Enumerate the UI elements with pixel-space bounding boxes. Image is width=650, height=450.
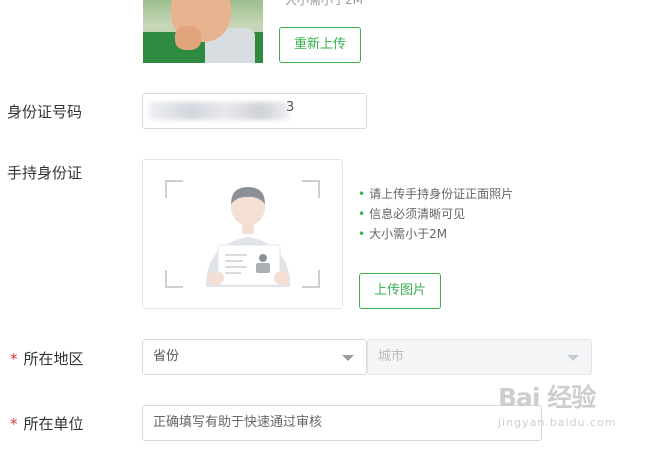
required-mark: * [10,350,18,368]
baidu-jingyan-watermark: Bai 经验 jingyan.baidu.com [498,383,617,429]
person-holding-id-icon [206,187,290,287]
id-number-blurred-value [149,102,289,120]
id-number-input[interactable] [142,93,367,129]
photo-size-hint: 大小需小于2M [285,0,363,7]
requirement-item: • 大小需小于2M [358,227,448,241]
reupload-button[interactable]: 重新上传 [279,27,361,63]
handheld-id-upload-area[interactable] [142,159,343,309]
bullet-dot-icon: • [358,227,366,241]
handheld-id-requirements: • 请上传手持身份证正面照片 • 信息必须清晰可见 • 大小需小于2M [358,184,513,244]
id-number-label: 身份证号码 [7,103,83,121]
requirement-item: • 请上传手持身份证正面照片 [358,187,514,201]
frame-corner-bottom-right [302,270,320,288]
organization-input[interactable]: 正确填写有助于快速通过审核 [142,405,542,441]
region-label: * 所在地区 [10,350,84,368]
frame-corner-bottom-left [165,270,183,288]
requirement-item: • 信息必须清晰可见 [358,207,466,221]
chevron-down-icon [567,355,579,361]
id-number-visible-tail: 3 [286,100,295,115]
frame-corner-top-right [302,180,320,198]
upload-image-button[interactable]: 上传图片 [359,273,441,309]
uploaded-photo [143,0,263,63]
required-mark: * [10,415,18,433]
frame-corner-top-left [165,180,183,198]
organization-label: * 所在单位 [10,415,84,433]
handheld-id-label: 手持身份证 [7,164,83,182]
bullet-dot-icon: • [358,207,366,221]
photo-fist [175,26,201,50]
chevron-down-icon [342,355,354,361]
province-select[interactable]: 省份 [142,339,367,375]
city-select[interactable]: 城市 [367,339,592,375]
bullet-dot-icon: • [358,187,366,201]
